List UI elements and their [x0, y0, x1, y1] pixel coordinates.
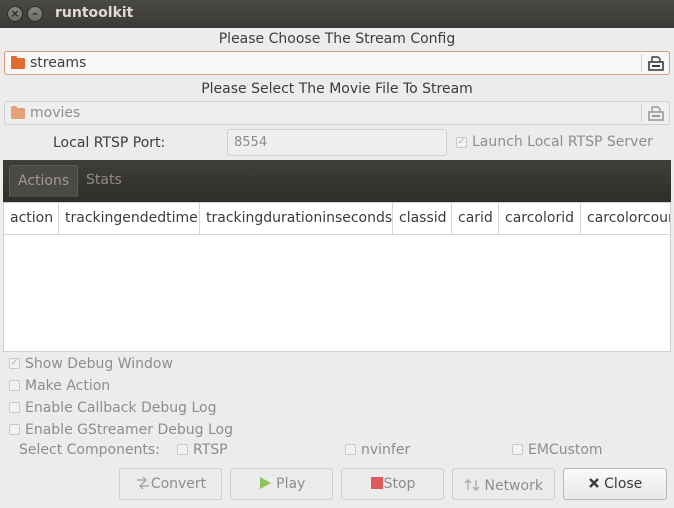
- folder-icon: [11, 106, 25, 119]
- minimize-window-button[interactable]: –: [27, 6, 43, 22]
- gstreamer-debug-label: Enable GStreamer Debug Log: [25, 422, 233, 438]
- chooser-separator: [641, 54, 642, 72]
- close-window-button[interactable]: ×: [7, 6, 23, 22]
- stream-config-label: Please Choose The Stream Config: [218, 31, 456, 47]
- stop-button[interactable]: Stop: [341, 468, 444, 500]
- column-header-trackingdurationinseconds[interactable]: trackingdurationinseconds: [200, 203, 393, 234]
- stop-icon: [370, 477, 383, 489]
- convert-label: Convert: [150, 476, 207, 492]
- rtsp-port-label: Local RTSP Port:: [53, 135, 166, 151]
- show-debug-window-label: Show Debug Window: [25, 356, 173, 372]
- actions-table[interactable]: action trackingendedtime trackingduratio…: [3, 202, 671, 352]
- column-header-trackingendedtime[interactable]: trackingendedtime: [59, 203, 200, 234]
- select-components-label: Select Components:: [19, 442, 160, 458]
- window-title: runtoolkit: [55, 5, 134, 21]
- nvinfer-component-checkbox[interactable]: [345, 444, 356, 455]
- movie-file-value: movies: [30, 105, 81, 121]
- tab-stats[interactable]: Stats: [78, 165, 128, 197]
- document-open-icon[interactable]: [648, 55, 664, 71]
- rtsp-port-input[interactable]: [227, 129, 447, 156]
- launch-rtsp-checkbox[interactable]: ✓: [456, 137, 467, 148]
- tab-bar: Actions Stats: [3, 160, 671, 202]
- close-label: Close: [604, 476, 643, 492]
- folder-icon: [11, 56, 25, 69]
- close-x-icon: [588, 478, 599, 488]
- gstreamer-debug-checkbox[interactable]: [9, 424, 20, 435]
- play-icon: [259, 477, 271, 489]
- network-label: Network: [484, 478, 543, 494]
- stop-label: Stop: [383, 476, 416, 492]
- rtsp-component-label: RTSP: [193, 442, 228, 458]
- document-open-icon[interactable]: [648, 105, 664, 121]
- column-header-carcolorcour[interactable]: carcolorcour: [581, 203, 670, 234]
- play-label: Play: [276, 476, 306, 492]
- column-header-carid[interactable]: carid: [452, 203, 499, 234]
- convert-icon: [136, 476, 149, 490]
- rtsp-component-checkbox[interactable]: [177, 444, 188, 455]
- movie-file-chooser[interactable]: movies: [4, 101, 670, 125]
- window-titlebar[interactable]: × – runtoolkit: [0, 0, 674, 28]
- column-header-action[interactable]: action: [4, 203, 59, 234]
- play-button[interactable]: Play: [230, 468, 333, 500]
- convert-button[interactable]: Convert: [119, 468, 222, 500]
- make-action-label: Make Action: [25, 378, 111, 394]
- network-icon: [464, 478, 480, 492]
- movie-file-label: Please Select The Movie File To Stream: [201, 81, 473, 97]
- stream-config-value: streams: [30, 55, 87, 71]
- chooser-separator: [641, 104, 642, 122]
- emcustom-component-checkbox[interactable]: [512, 444, 523, 455]
- callback-debug-checkbox[interactable]: [9, 402, 20, 413]
- make-action-checkbox[interactable]: [9, 380, 20, 391]
- table-header: action trackingendedtime trackingduratio…: [4, 203, 670, 235]
- emcustom-component-label: EMCustom: [528, 442, 603, 458]
- stream-config-chooser[interactable]: streams: [4, 51, 670, 75]
- callback-debug-label: Enable Callback Debug Log: [25, 400, 217, 416]
- close-button[interactable]: Close: [563, 468, 667, 500]
- nvinfer-component-label: nvinfer: [361, 442, 411, 458]
- tab-actions[interactable]: Actions: [9, 165, 78, 197]
- column-header-classid[interactable]: classid: [393, 203, 452, 234]
- column-header-carcolorid[interactable]: carcolorid: [499, 203, 581, 234]
- network-button[interactable]: Network: [452, 468, 555, 500]
- launch-rtsp-label: Launch Local RTSP Server: [472, 134, 653, 150]
- show-debug-window-checkbox[interactable]: ✓: [9, 358, 20, 369]
